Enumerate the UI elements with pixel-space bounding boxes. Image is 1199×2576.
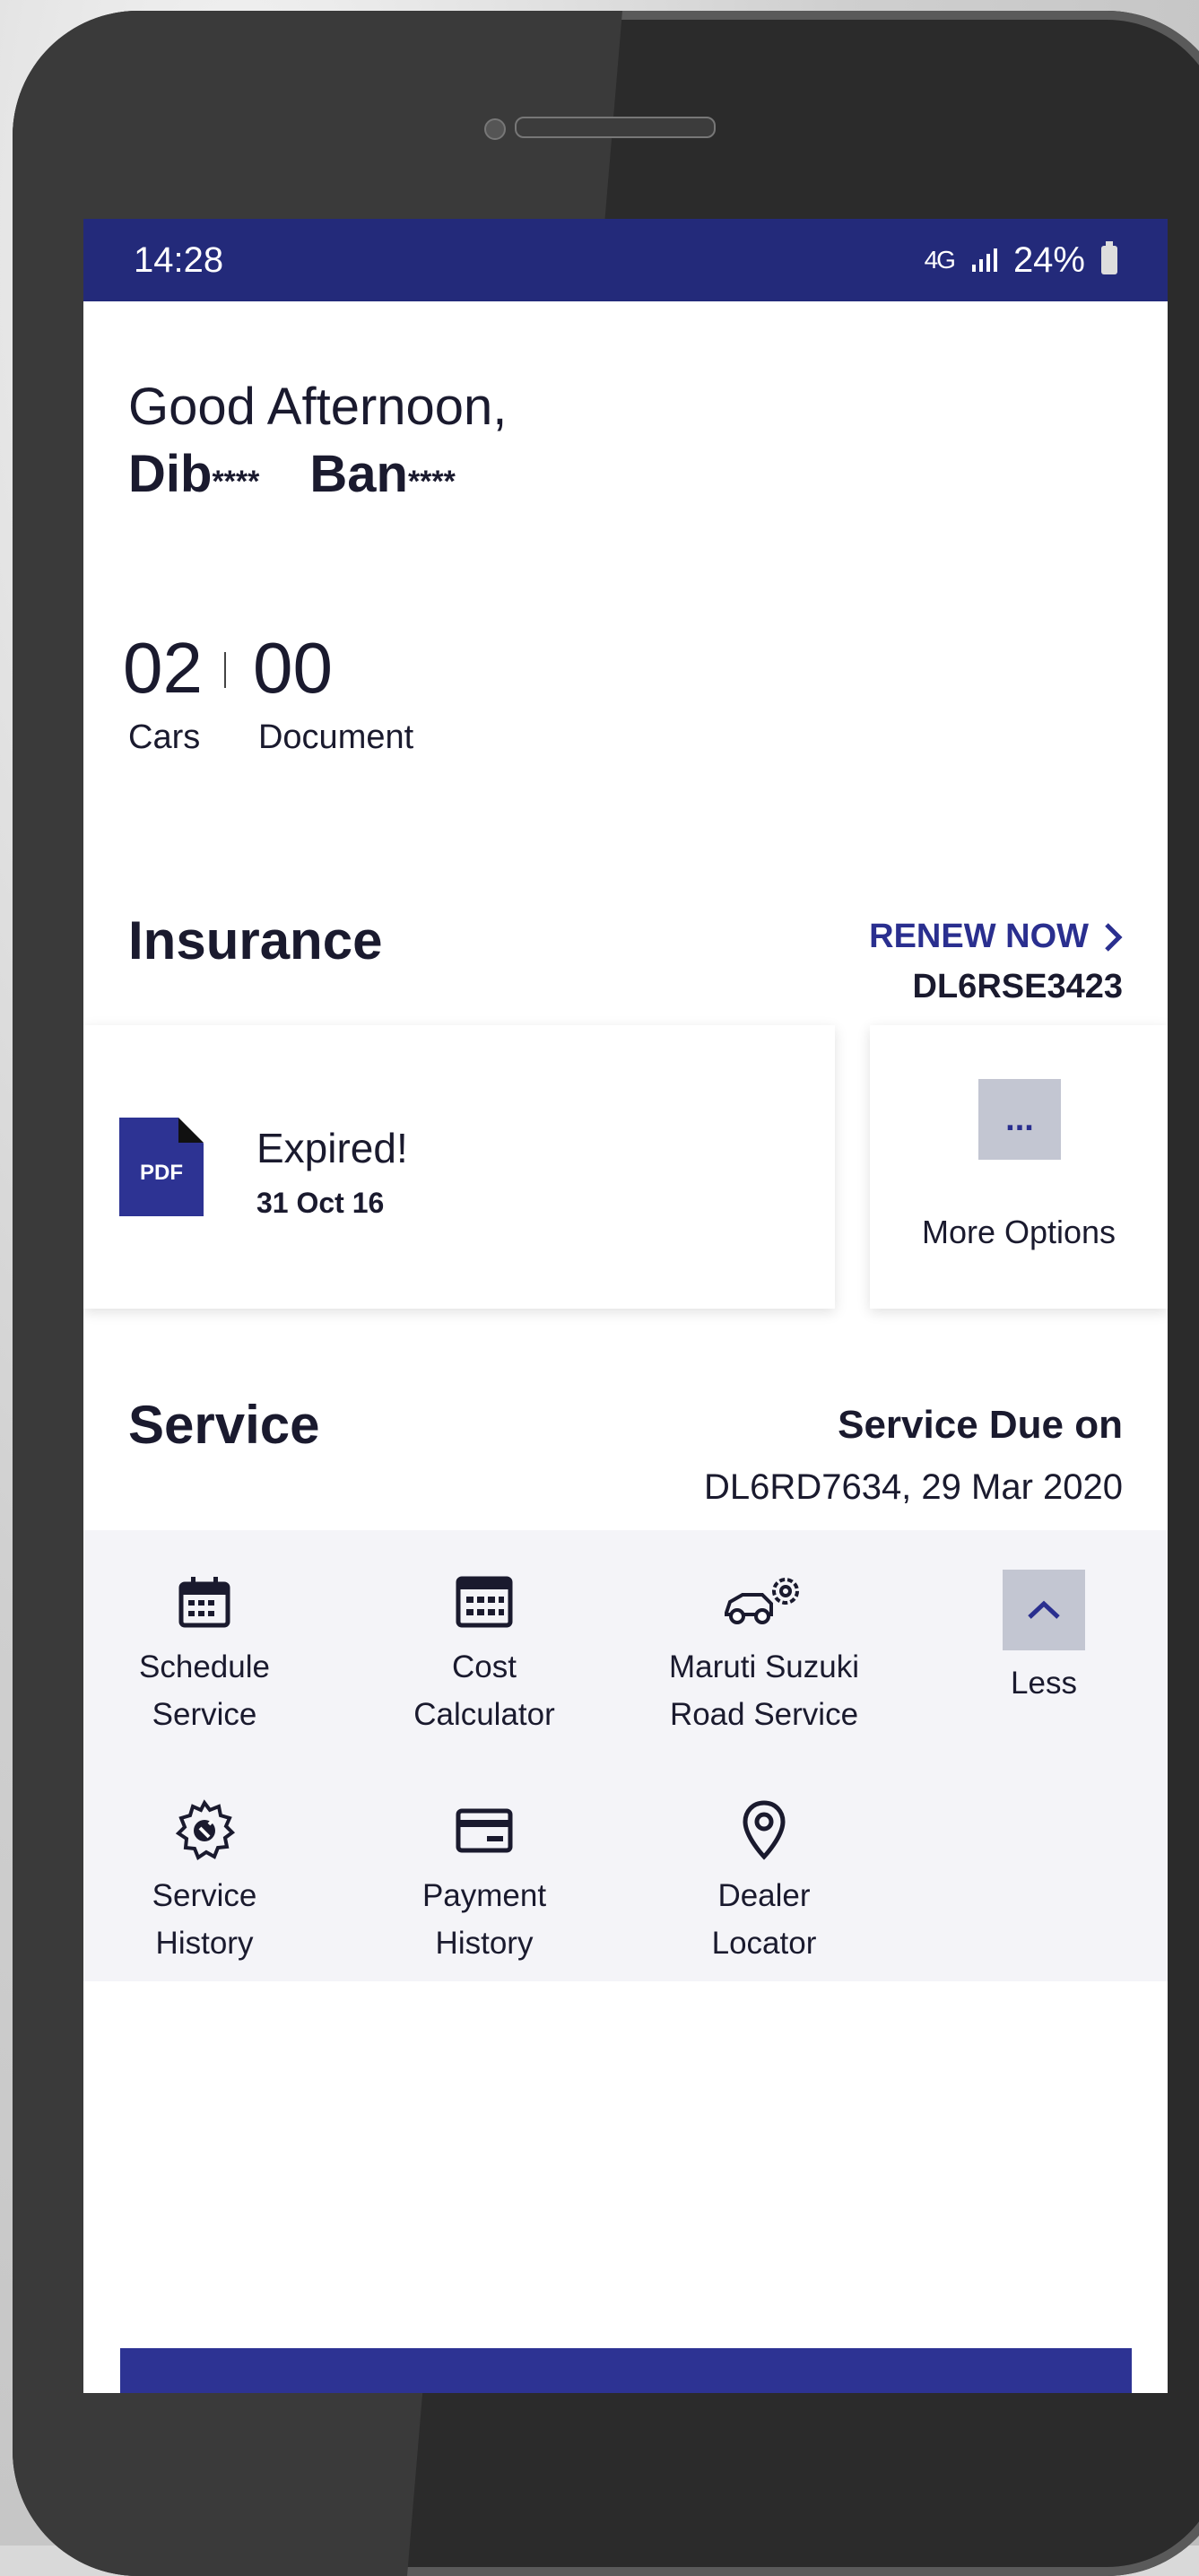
status-time: 14:28 [134, 239, 224, 280]
payment-history-label1: Payment [421, 1878, 547, 1913]
first-name-mask: **** [212, 465, 260, 499]
cars-label: Cars [128, 718, 201, 756]
bottom-action-bar[interactable] [120, 2348, 1132, 2393]
dealer-locator-button[interactable]: Dealer Locator [624, 1795, 904, 1967]
service-history-label1: Service [152, 1878, 257, 1913]
front-camera [484, 118, 506, 140]
cost-calculator-label1: Cost [452, 1649, 517, 1684]
gear-icon [175, 1799, 236, 1861]
renew-now-label: RENEW NOW [869, 918, 1089, 955]
last-name: Ban [309, 445, 408, 503]
greeting-text: Good Afternoon, [128, 378, 508, 436]
more-dots-icon: ... [978, 1079, 1061, 1160]
dealer-locator-label1: Dealer [717, 1878, 811, 1913]
stat-cars[interactable]: 02 Cars [123, 627, 203, 757]
service-history-label2: History [155, 1926, 254, 1961]
schedule-service-label2: Service [152, 1697, 257, 1732]
service-due-label: Service Due on [838, 1403, 1123, 1447]
service-history-button[interactable]: Service History [83, 1795, 344, 1967]
more-options-label: More Options [921, 1214, 1116, 1250]
last-name-mask: **** [407, 465, 456, 499]
road-service-label1: Maruti Suzuki [668, 1649, 860, 1684]
first-name: Dib [128, 445, 213, 503]
payment-history-button[interactable]: Payment History [344, 1795, 624, 1967]
service-title: Service [128, 1395, 320, 1455]
insurance-status: Expired! [256, 1125, 408, 1171]
location-pin-icon [743, 1800, 786, 1860]
car-gear-icon [725, 1578, 799, 1624]
schedule-service-label1: Schedule [139, 1649, 270, 1684]
network-icon: 4G [924, 246, 956, 274]
documents-label: Document [257, 718, 414, 756]
user-name: Dib**** Ban**** [128, 444, 507, 504]
cars-count: 02 [123, 628, 203, 708]
chevron-right-icon [1105, 922, 1123, 952]
cost-calculator-button[interactable]: Cost Calculator [344, 1566, 624, 1738]
signal-icon [971, 248, 997, 272]
insurance-expiry-date: 31 Oct 16 [256, 1187, 385, 1219]
calculator-icon [456, 1576, 513, 1628]
dealer-locator-label2: Locator [711, 1926, 817, 1961]
road-service-label2: Road Service [669, 1697, 859, 1732]
earpiece-speaker [515, 117, 716, 138]
road-service-button[interactable]: Maruti Suzuki Road Service [624, 1566, 904, 1738]
stats-divider [223, 652, 226, 688]
payment-history-label2: History [435, 1926, 534, 1961]
pdf-fold [178, 1118, 204, 1143]
more-options-card[interactable]: ... More Options [870, 1025, 1168, 1309]
less-label: Less [1011, 1666, 1077, 1701]
service-due-value: DL6RD7634, 29 Mar 2020 [704, 1467, 1123, 1507]
status-icons: 4G 24% [925, 240, 1117, 281]
insurance-title: Insurance [128, 910, 383, 970]
greeting: Good Afternoon, Dib**** Ban**** [128, 377, 507, 504]
battery-icon [1101, 241, 1117, 274]
less-toggle[interactable] [1003, 1570, 1085, 1650]
service-grid: Schedule Service Cost Calculator Maruti Su… [83, 1530, 1168, 1981]
battery-level: 24% [1012, 239, 1085, 280]
renew-now-link[interactable]: RENEW NOW [869, 918, 1123, 956]
status-bar: 14:28 4G 24% [83, 219, 1168, 301]
stat-documents[interactable]: 00 Document [253, 627, 413, 757]
cost-calculator-label2: Calculator [413, 1697, 555, 1732]
card-icon [456, 1808, 513, 1853]
chevron-up-icon [1028, 1600, 1060, 1619]
calendar-icon [178, 1577, 230, 1628]
documents-count: 00 [252, 628, 333, 708]
app-screen: 14:28 4G 24% Good Afternoon, Dib**** Ban*… [83, 219, 1168, 2393]
less-button[interactable]: Less [904, 1570, 1168, 1707]
schedule-service-button[interactable]: Schedule Service [83, 1566, 344, 1738]
insurance-registration: DL6RSE3423 [912, 968, 1123, 1005]
insurance-card[interactable]: PDF Expired! 31 Oct 16 [83, 1025, 835, 1309]
stats-row: 02 Cars 00 Document [123, 627, 413, 757]
phone-frame: 14:28 4G 24% Good Afternoon, Dib**** Ban*… [13, 11, 1199, 2576]
